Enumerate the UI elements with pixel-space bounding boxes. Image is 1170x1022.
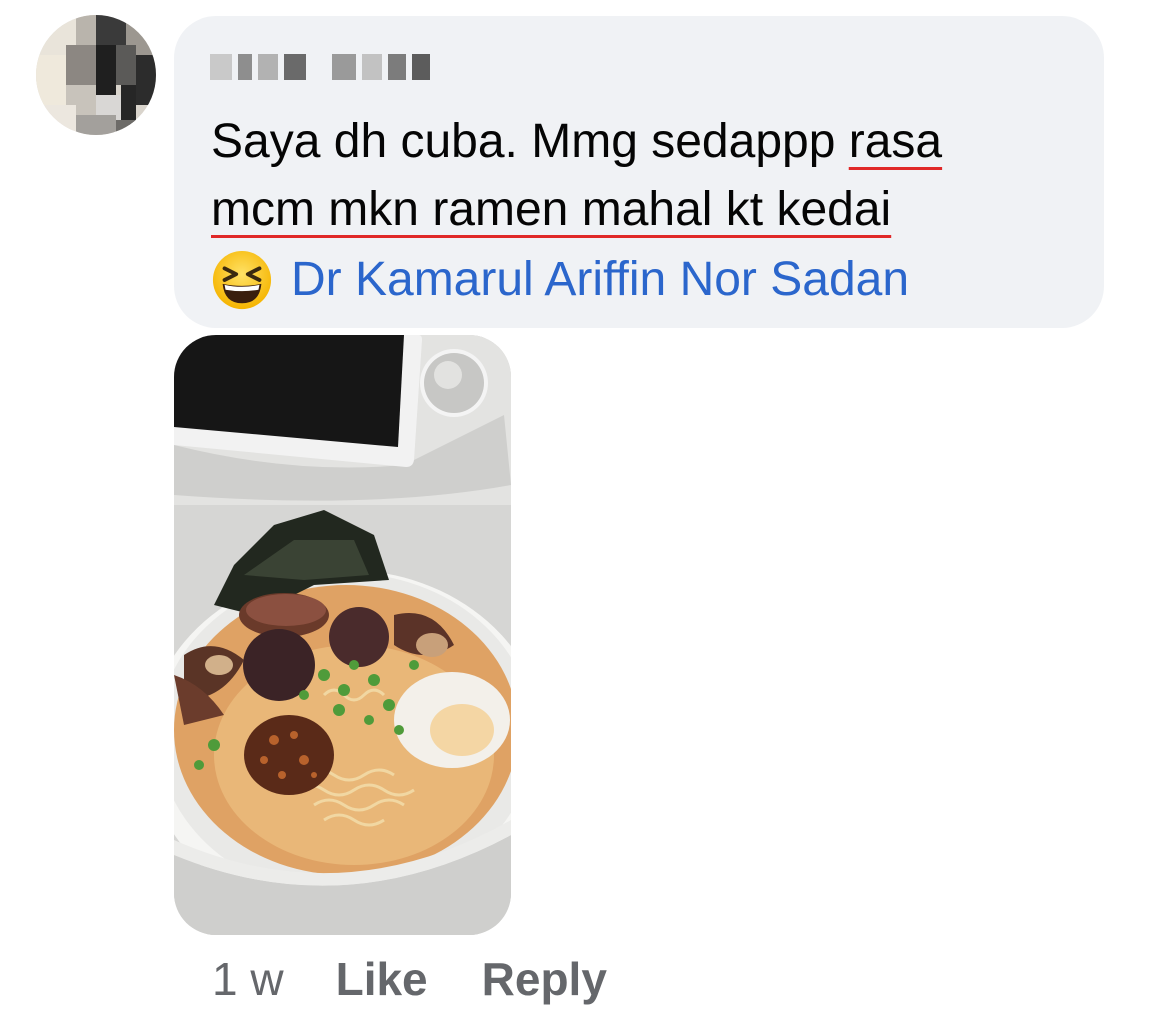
ramen-photo-image <box>174 335 511 935</box>
reply-button[interactable]: Reply <box>482 952 607 1006</box>
attached-photo[interactable] <box>174 335 511 935</box>
comment-actions: 1 w Like Reply <box>212 952 607 1006</box>
grinning-squinting-face-emoji-icon <box>212 250 272 310</box>
mention-link[interactable]: Dr Kamarul Ariffin Nor Sadan <box>291 246 909 314</box>
commenter-avatar[interactable] <box>36 15 156 135</box>
comment-text-part: Saya dh cuba. Mmg sedappp <box>211 115 849 168</box>
spellcheck-word: rasa <box>848 115 943 168</box>
mention-row: Dr Kamarul Ariffin Nor Sadan <box>211 246 1091 314</box>
comment-line-2: mcm mkn ramen mahal kt kedai <box>211 176 1091 244</box>
commenter-name[interactable] <box>210 54 430 80</box>
like-button[interactable]: Like <box>336 952 428 1006</box>
comment-text: Saya dh cuba. Mmg sedappp rasa mcm mkn r… <box>211 108 1091 314</box>
timestamp[interactable]: 1 w <box>212 952 284 1006</box>
spellcheck-phrase: mcm mkn ramen mahal kt kedai <box>211 183 892 236</box>
comment-line-1: Saya dh cuba. Mmg sedappp rasa <box>211 108 1091 176</box>
